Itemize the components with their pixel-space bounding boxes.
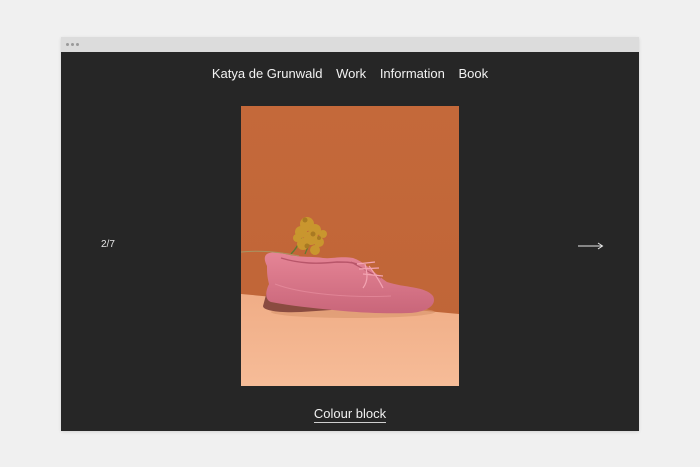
slide-counter: 2/7 [101,239,115,250]
main-navigation: Katya de Grunwald Work Information Book [61,66,639,81]
slide-caption: Colour block [61,405,639,423]
slide-caption-link[interactable]: Colour block [313,406,387,423]
browser-titlebar [61,37,639,52]
shoe-photo [241,106,459,386]
arrow-right-icon[interactable] [578,241,604,251]
window-dot-icon [76,43,79,46]
site-name-link[interactable]: Katya de Grunwald [212,66,323,81]
nav-item-information[interactable]: Information [380,66,445,81]
nav-item-work[interactable]: Work [336,66,366,81]
window-dot-icon [71,43,74,46]
browser-window: Katya de Grunwald Work Information Book … [61,37,639,431]
slide-image [241,106,459,386]
nav-item-book[interactable]: Book [458,66,488,81]
window-dot-icon [66,43,69,46]
